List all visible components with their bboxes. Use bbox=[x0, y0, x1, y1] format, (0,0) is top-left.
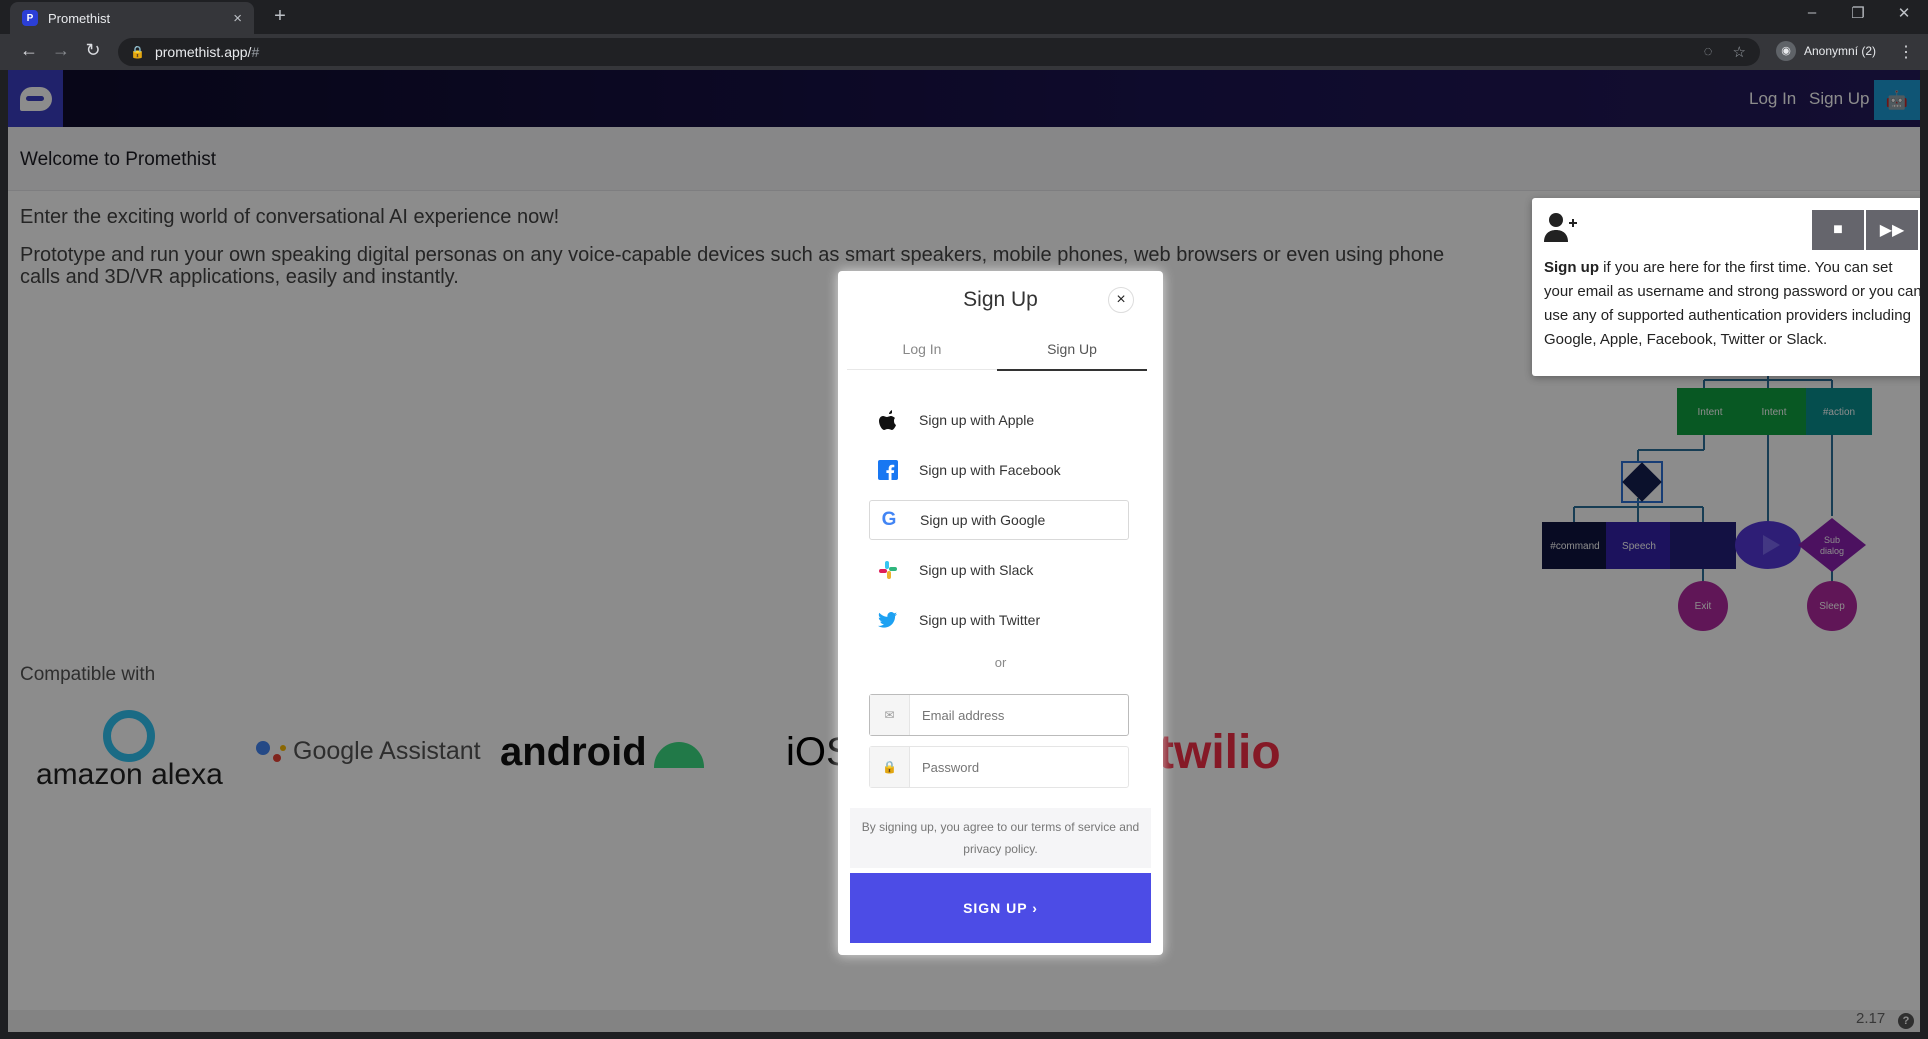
email-input[interactable] bbox=[910, 706, 1110, 724]
signup-google-button[interactable]: G Sign up with Google bbox=[869, 500, 1129, 540]
tooltip-body: if you are here for the first time. You … bbox=[1544, 259, 1920, 348]
flow-command: #command bbox=[1550, 541, 1599, 552]
flow-intent-1: Intent bbox=[1697, 407, 1722, 418]
profile-button[interactable]: ◉ Anonymní (2) bbox=[1776, 41, 1876, 61]
or-divider: or bbox=[994, 655, 1007, 670]
stop-icon: ■ bbox=[1833, 221, 1843, 238]
lock-icon: 🔒 bbox=[870, 747, 910, 787]
stop-button[interactable]: ■ bbox=[1812, 210, 1864, 250]
intro-line-1: Enter the exciting world of conversation… bbox=[20, 206, 560, 228]
flow-speech: Speech bbox=[1622, 541, 1656, 552]
signup-apple-label: Sign up with Apple bbox=[919, 412, 1035, 428]
signup-link[interactable]: Sign Up bbox=[1809, 89, 1869, 109]
alexa-ring-icon bbox=[103, 710, 155, 762]
slack-icon bbox=[877, 559, 899, 581]
android-robot-icon bbox=[654, 742, 704, 768]
signup-slack-label: Sign up with Slack bbox=[919, 562, 1034, 578]
flow-action: #action bbox=[1823, 407, 1855, 418]
alexa-logo-text: amazon alexa bbox=[36, 758, 223, 791]
web-page: Log In Sign Up 🤖 Welcome to Promethist E… bbox=[8, 70, 1920, 1032]
compatible-label: Compatible with bbox=[20, 664, 156, 685]
flow-subdialog-1: Sub bbox=[1824, 535, 1840, 545]
email-field: ✉ bbox=[869, 694, 1129, 736]
tooltip-bold: Sign up bbox=[1544, 259, 1599, 276]
window-close-icon[interactable]: ✕ bbox=[1889, 4, 1919, 22]
login-link[interactable]: Log In bbox=[1749, 89, 1796, 109]
promethist-logo[interactable] bbox=[8, 70, 63, 127]
minimize-icon[interactable]: – bbox=[1797, 4, 1827, 21]
lock-icon: 🔒 bbox=[130, 45, 145, 59]
signup-facebook-button[interactable]: Sign up with Facebook bbox=[869, 450, 1129, 490]
signup-submit-button[interactable]: SIGN UP › bbox=[850, 873, 1151, 943]
apple-icon bbox=[877, 409, 899, 431]
bot-button[interactable]: 🤖 bbox=[1874, 80, 1920, 120]
browser-tab-bar: P Promethist × + – ❐ ✕ bbox=[0, 0, 1928, 34]
envelope-icon: ✉ bbox=[870, 695, 910, 735]
eye-slash-icon[interactable]: ◌ bbox=[1704, 43, 1713, 61]
version-label: 2.17 bbox=[1856, 1010, 1886, 1027]
forward-arrow-icon[interactable]: → bbox=[49, 40, 73, 61]
robot-icon: 🤖 bbox=[1885, 89, 1909, 110]
password-field: 🔒 bbox=[869, 746, 1129, 788]
user-plus-icon bbox=[1544, 212, 1578, 249]
flow-exit: Exit bbox=[1695, 601, 1712, 612]
footer-bar bbox=[8, 1010, 1920, 1032]
tab-signup[interactable]: Sign Up bbox=[997, 341, 1147, 371]
signup-twitter-label: Sign up with Twitter bbox=[919, 612, 1041, 628]
google-icon: G bbox=[881, 509, 897, 530]
facebook-icon bbox=[877, 459, 899, 481]
close-icon[interactable]: × bbox=[1108, 287, 1134, 313]
twilio-text: twilio bbox=[1158, 726, 1281, 779]
incognito-icon: ◉ bbox=[1776, 41, 1796, 61]
twitter-icon bbox=[877, 609, 899, 631]
flow-intent-2: Intent bbox=[1761, 407, 1786, 418]
signup-apple-button[interactable]: Sign up with Apple bbox=[869, 400, 1129, 440]
browser-tab[interactable]: P Promethist × bbox=[10, 2, 254, 34]
new-tab-button[interactable]: + bbox=[268, 5, 292, 28]
signup-google-label: Sign up with Google bbox=[920, 512, 1046, 528]
signup-modal: Sign Up × Log In Sign Up Sign up with Ap… bbox=[838, 271, 1163, 955]
reload-icon[interactable]: ↻ bbox=[81, 40, 105, 61]
profile-label: Anonymní (2) bbox=[1804, 44, 1877, 58]
android-text: android bbox=[500, 730, 647, 774]
onboarding-tooltip: ■ ▶▶ Sign up if you are here for the fir… bbox=[1532, 198, 1920, 376]
signup-facebook-label: Sign up with Facebook bbox=[919, 462, 1061, 478]
terms-text: By signing up, you agree to our terms of… bbox=[850, 808, 1151, 868]
tab-login[interactable]: Log In bbox=[847, 341, 997, 370]
flow-sleep: Sleep bbox=[1819, 601, 1845, 612]
close-tab-icon[interactable]: × bbox=[233, 10, 242, 27]
password-input[interactable] bbox=[910, 758, 1110, 776]
menu-kebab-icon[interactable]: ⋮ bbox=[1898, 42, 1914, 62]
signup-twitter-button[interactable]: Sign up with Twitter bbox=[869, 600, 1129, 640]
address-bar[interactable]: 🔒 promethist.app/ # ◌ ☆ bbox=[118, 38, 1760, 66]
tab-title: Promethist bbox=[48, 10, 111, 26]
tooltip-controls: ■ ▶▶ bbox=[1810, 210, 1918, 250]
url-hash: # bbox=[251, 44, 260, 60]
browser-toolbar: ← → ↻ 🔒 promethist.app/ # ◌ ☆ ◉ Anonymní… bbox=[0, 34, 1928, 70]
tooltip-text: Sign up if you are here for the first ti… bbox=[1544, 256, 1920, 352]
star-icon[interactable]: ☆ bbox=[1733, 43, 1746, 61]
google-assistant-text: Google Assistant bbox=[293, 737, 481, 765]
welcome-title: Welcome to Promethist bbox=[20, 149, 217, 170]
url-host: promethist.app/ bbox=[154, 44, 252, 60]
restore-icon[interactable]: ❐ bbox=[1843, 4, 1873, 22]
favicon-icon: P bbox=[22, 10, 38, 26]
skip-button[interactable]: ▶▶ bbox=[1866, 210, 1918, 250]
back-arrow-icon[interactable]: ← bbox=[17, 40, 41, 61]
signup-slack-button[interactable]: Sign up with Slack bbox=[869, 550, 1129, 590]
help-icon[interactable]: ? bbox=[1898, 1013, 1914, 1029]
app-header: Log In Sign Up 🤖 bbox=[8, 70, 1920, 127]
welcome-bar: Welcome to Promethist bbox=[8, 127, 1920, 191]
intro-line-2: Prototype and run your own speaking digi… bbox=[20, 244, 1445, 288]
google-assistant-icon bbox=[256, 741, 286, 762]
fast-forward-icon: ▶▶ bbox=[1879, 222, 1905, 239]
flow-subdialog-2: dialog bbox=[1820, 546, 1844, 556]
